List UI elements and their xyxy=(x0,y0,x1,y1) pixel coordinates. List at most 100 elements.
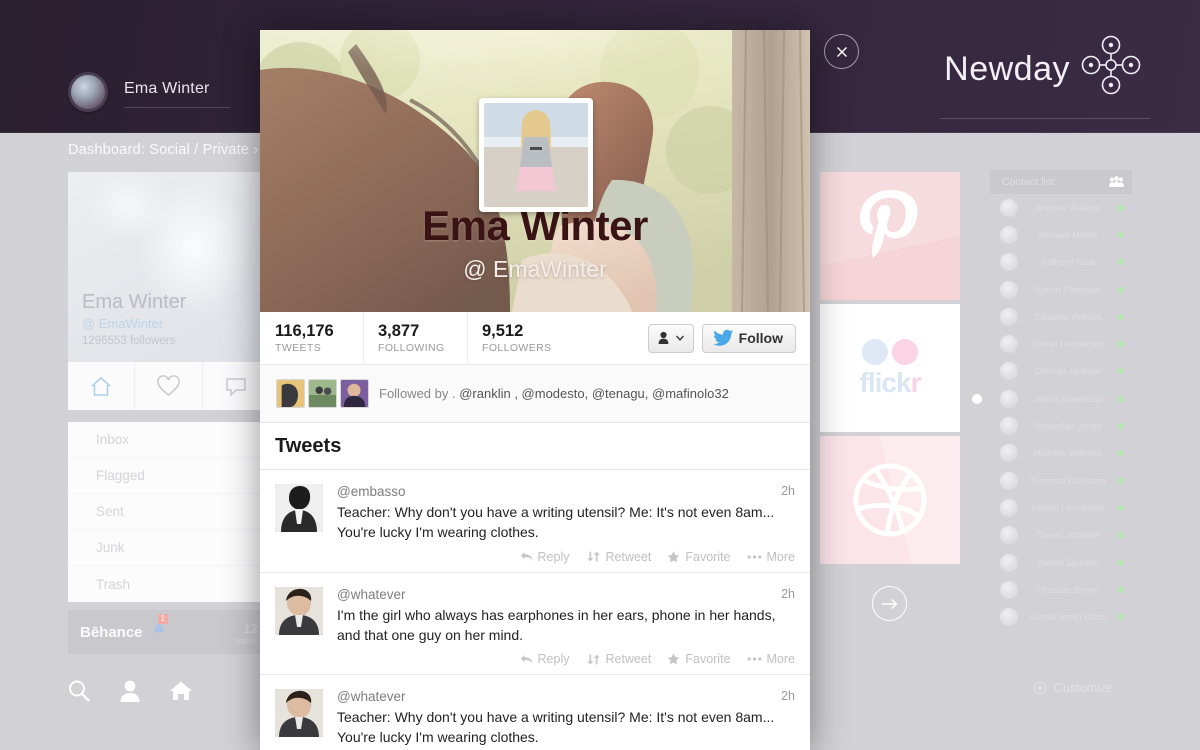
tweet-author-handle[interactable]: @whatever xyxy=(337,587,795,602)
follower-thumb[interactable] xyxy=(340,379,369,408)
tile-dribbble[interactable] xyxy=(820,436,960,564)
contact-row[interactable]: Daniel Jackson xyxy=(990,549,1132,576)
current-user-chip[interactable]: Ema Winter xyxy=(68,72,230,112)
profile-summary-text: Ema Winter @ EmaWinter 1296553 followers xyxy=(82,290,186,350)
tweet-list: @embasso Teacher: Why don't you have a wr… xyxy=(260,470,810,750)
tweet-author-handle[interactable]: @embasso xyxy=(337,484,795,499)
followed-by-handles[interactable]: @ranklin , @modesto, @tenagu, @mafinolo3… xyxy=(459,386,729,401)
mail-folder-trash[interactable]: Trash xyxy=(68,566,270,602)
profile-avatar-image xyxy=(484,103,588,207)
contacts-scrollbar[interactable] xyxy=(972,172,982,632)
tweet-action-more[interactable]: More xyxy=(747,652,795,666)
mail-folder-flagged[interactable]: Flagged xyxy=(68,458,270,494)
tweet-action-retweet[interactable]: Retweet xyxy=(586,550,651,564)
tweet-author-handle[interactable]: @whatever xyxy=(337,689,795,704)
twitter-bird-icon xyxy=(712,329,734,346)
contact-row[interactable]: Simon Pieterson xyxy=(990,276,1132,303)
contact-name: Daniel Jackson xyxy=(1037,557,1099,568)
tile-pinterest[interactable] xyxy=(820,172,960,300)
brand-logo: Newday xyxy=(944,35,1142,96)
breadcrumb[interactable]: Dashboard: Social / Private › xyxy=(68,142,258,158)
mail-folder-sent[interactable]: Sent xyxy=(68,494,270,530)
stat-tweets-value: 116,176 xyxy=(275,321,334,340)
follower-thumb[interactable] xyxy=(276,379,305,408)
contact-row[interactable]: Michelle Williams xyxy=(990,440,1132,467)
stat-followers[interactable]: 9,512 FOLLOWERS xyxy=(468,312,572,365)
mail-folder-junk[interactable]: Junk xyxy=(68,530,270,566)
contact-row[interactable]: Christian Brown xyxy=(990,576,1132,603)
contact-row[interactable]: Demian Jackson xyxy=(990,358,1132,385)
next-page-button[interactable] xyxy=(872,586,907,621)
contact-name: Demian Jackson xyxy=(1034,366,1102,377)
avatar[interactable] xyxy=(275,586,323,635)
star-icon xyxy=(668,653,680,665)
behance-row[interactable]: Bēhance 1 12 Approx. xyxy=(68,610,270,654)
mail-folder-inbox[interactable]: Inbox xyxy=(68,422,270,458)
reply-icon xyxy=(520,552,532,562)
profile-tab-likes[interactable] xyxy=(135,362,203,410)
avatar xyxy=(1000,225,1018,244)
search-button[interactable] xyxy=(66,678,92,709)
contact-row[interactable]: Nikolai Fernandez xyxy=(990,494,1132,521)
profile-tab-home[interactable] xyxy=(68,362,136,410)
tweet-avatar-art xyxy=(275,689,323,738)
behance-notification[interactable]: 1 xyxy=(151,613,168,643)
contact-row[interactable]: Anthony Neal xyxy=(990,249,1132,276)
tweet-action-retweet[interactable]: Retweet xyxy=(586,652,652,667)
tweet-action-reply[interactable]: Reply xyxy=(520,652,570,666)
comment-icon xyxy=(226,377,246,397)
newday-logo-icon xyxy=(1081,35,1141,95)
contact-row[interactable]: Gerald Smith Davis xyxy=(990,603,1132,630)
tile-flickr[interactable]: flickr xyxy=(820,304,960,432)
tweet-item[interactable]: @whatever I'm the girl who always has ear… xyxy=(260,572,810,676)
contact-row[interactable]: Daniel Henderson xyxy=(990,330,1132,357)
contact-row[interactable]: Andrew Wallace xyxy=(990,194,1132,221)
user-actions-dropdown[interactable] xyxy=(647,323,694,353)
contact-rows: Andrew Wallace Michael Morris Anthony Neal… xyxy=(990,194,1132,631)
people-group-icon[interactable] xyxy=(1109,176,1124,188)
profile-button[interactable] xyxy=(118,678,142,709)
contact-row[interactable]: Michael Morris xyxy=(990,221,1132,248)
stat-tweets[interactable]: 116,176 TWEETS xyxy=(260,311,364,365)
tweet-action-favorite[interactable]: Favorite xyxy=(667,652,731,667)
reply-icon xyxy=(520,654,532,664)
online-status-dot xyxy=(1118,559,1124,566)
contact-name: Michelle Williams xyxy=(1033,448,1103,459)
flickr-logo: flickr xyxy=(860,339,921,397)
close-modal-button[interactable] xyxy=(824,34,859,69)
tweet-action-reply[interactable]: Reply xyxy=(520,550,570,564)
tweet-action-label: Retweet xyxy=(605,652,652,667)
tweet-action-label: Favorite xyxy=(685,652,731,667)
home-icon xyxy=(170,681,192,700)
home-icon xyxy=(91,376,111,396)
contact-row[interactable]: Jason Stevenson xyxy=(990,385,1132,412)
contacts-scrollbar-thumb[interactable] xyxy=(972,394,982,404)
contact-row[interactable]: Eduardo Vinicius xyxy=(990,303,1132,330)
contact-row[interactable]: Sebastian Jones xyxy=(990,412,1132,439)
avatar[interactable] xyxy=(275,484,323,532)
profile-summary-card[interactable]: Ema Winter @ EmaWinter 1296553 followers xyxy=(68,172,270,362)
contact-row[interactable]: Terrence Davidson xyxy=(990,467,1132,494)
avatar[interactable] xyxy=(275,689,323,738)
contact-name: Anthony Neal xyxy=(1040,257,1096,268)
contact-name: Daniel Henderson xyxy=(1031,339,1105,350)
follower-thumb[interactable] xyxy=(308,379,337,408)
contact-row[interactable]: Steven Johnson xyxy=(990,522,1132,549)
contact-name: Sebastian Jones xyxy=(1034,421,1102,432)
tweet-item[interactable]: @embasso Teacher: Why don't you have a wr… xyxy=(260,470,810,573)
stat-following[interactable]: 3,877 FOLLOWING xyxy=(364,311,468,365)
avatar xyxy=(1000,608,1018,627)
follow-button[interactable]: Follow xyxy=(701,323,796,353)
close-icon xyxy=(836,46,847,57)
stat-following-value: 3,877 xyxy=(378,321,420,340)
home-button[interactable] xyxy=(168,678,194,709)
flickr-dot-blue xyxy=(862,339,888,365)
online-status-dot xyxy=(1118,313,1124,320)
left-sidebar: Ema Winter @ EmaWinter 1296553 followers xyxy=(68,172,270,654)
profile-avatar[interactable] xyxy=(479,98,593,212)
customize-button[interactable]: Customize xyxy=(1033,681,1113,695)
tweet-action-more[interactable]: More xyxy=(747,550,795,564)
tweet-action-label: Favorite xyxy=(685,549,731,564)
tweet-item[interactable]: @whatever Teacher: Why don't you have a w… xyxy=(260,675,810,750)
tweet-action-favorite[interactable]: Favorite xyxy=(667,549,731,564)
